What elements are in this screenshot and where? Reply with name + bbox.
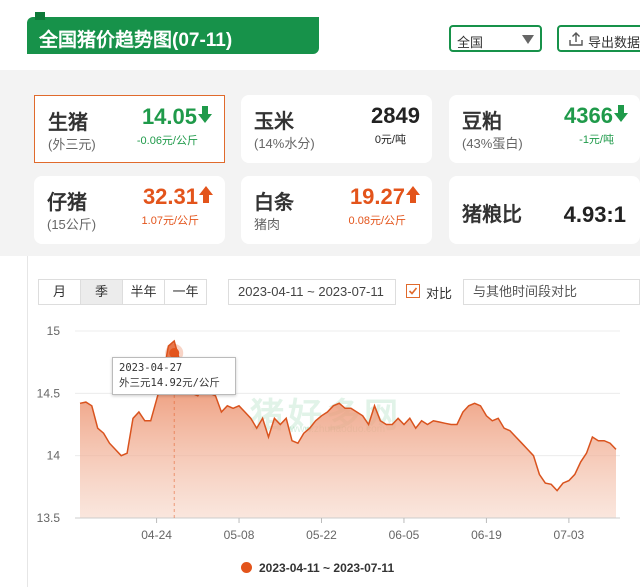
y-tick-label: 15 bbox=[47, 324, 61, 338]
legend-dot bbox=[241, 562, 252, 573]
price-chart: 15 14.5 14 13.5 04-24 05-08 05-22 06-05 06-19 07-… bbox=[37, 324, 620, 542]
x-tick-label: 05-22 bbox=[306, 528, 337, 542]
y-tick-label: 13.5 bbox=[37, 511, 61, 525]
y-tick-label: 14 bbox=[47, 449, 61, 463]
x-tick-label: 06-19 bbox=[471, 528, 502, 542]
chart-legend[interactable]: 2023-04-11 ~ 2023-07-11 bbox=[241, 561, 394, 575]
x-tick-label: 04-24 bbox=[141, 528, 172, 542]
tooltip-value: 外三元14.92元/公斤 bbox=[119, 377, 220, 389]
y-tick-label: 14.5 bbox=[37, 386, 61, 400]
chart-tooltip: 2023-04-27 外三元14.92元/公斤 bbox=[112, 357, 236, 395]
x-tick-label: 06-05 bbox=[389, 528, 420, 542]
tooltip-date: 2023-04-27 bbox=[119, 362, 183, 374]
x-tick-label: 07-03 bbox=[554, 528, 585, 542]
legend-label: 2023-04-11 ~ 2023-07-11 bbox=[259, 561, 395, 575]
x-tick-label: 05-08 bbox=[224, 528, 255, 542]
